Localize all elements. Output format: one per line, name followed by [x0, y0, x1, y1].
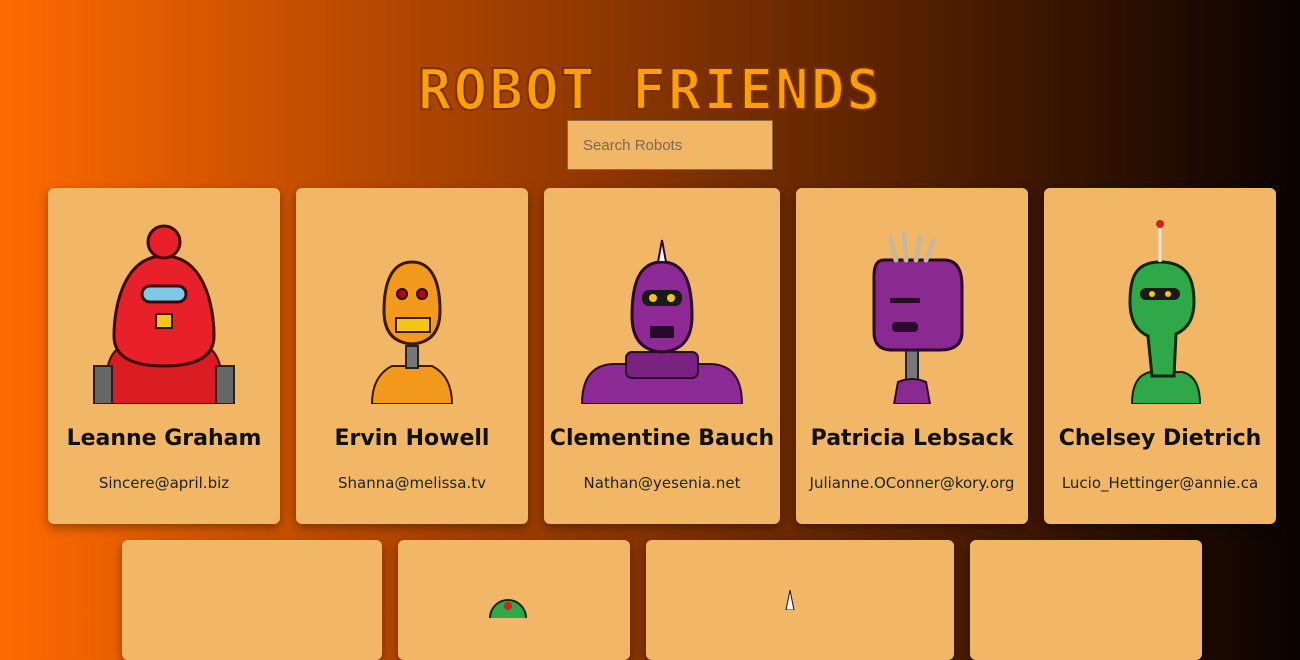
- robot-email: Julianne.OConner@kory.org: [809, 474, 1015, 492]
- robot-email: Sincere@april.biz: [98, 474, 230, 492]
- robot-name: Ervin Howell: [334, 426, 490, 451]
- robot-email: Shanna@melissa.tv: [338, 474, 486, 492]
- robot-avatar: [872, 231, 964, 404]
- page-title: ROBOT FRIENDS: [417, 57, 883, 123]
- robot-card[interactable]: Chelsey Dietrich Lucio_Hettinger@annie.c…: [1044, 188, 1276, 524]
- robot-card[interactable]: [122, 540, 382, 660]
- robot-avatar: [580, 239, 744, 404]
- robot-card[interactable]: [970, 540, 1202, 660]
- robot-name: Patricia Lebsack: [810, 426, 1014, 451]
- robot-name: Clementine Bauch: [549, 426, 775, 451]
- robot-card[interactable]: Clementine Bauch Nathan@yesenia.net: [544, 188, 780, 524]
- robot-avatar: [370, 260, 454, 404]
- robot-avatar: [489, 599, 527, 618]
- robot-card[interactable]: [646, 540, 954, 660]
- robot-avatar: [1128, 220, 1202, 404]
- robot-card[interactable]: [398, 540, 630, 660]
- robot-avatar: [785, 590, 795, 610]
- robot-email: Lucio_Hettinger@annie.ca: [1061, 474, 1259, 492]
- robot-card[interactable]: Ervin Howell Shanna@melissa.tv: [296, 188, 528, 524]
- robot-avatar: [93, 224, 235, 404]
- search-input[interactable]: [567, 120, 773, 170]
- robot-card[interactable]: Leanne Graham Sincere@april.biz: [48, 188, 280, 524]
- robot-name: Leanne Graham: [66, 426, 262, 451]
- robot-name: Chelsey Dietrich: [1058, 426, 1262, 451]
- robot-card[interactable]: Patricia Lebsack Julianne.OConner@kory.o…: [796, 188, 1028, 524]
- robot-email: Nathan@yesenia.net: [583, 474, 741, 492]
